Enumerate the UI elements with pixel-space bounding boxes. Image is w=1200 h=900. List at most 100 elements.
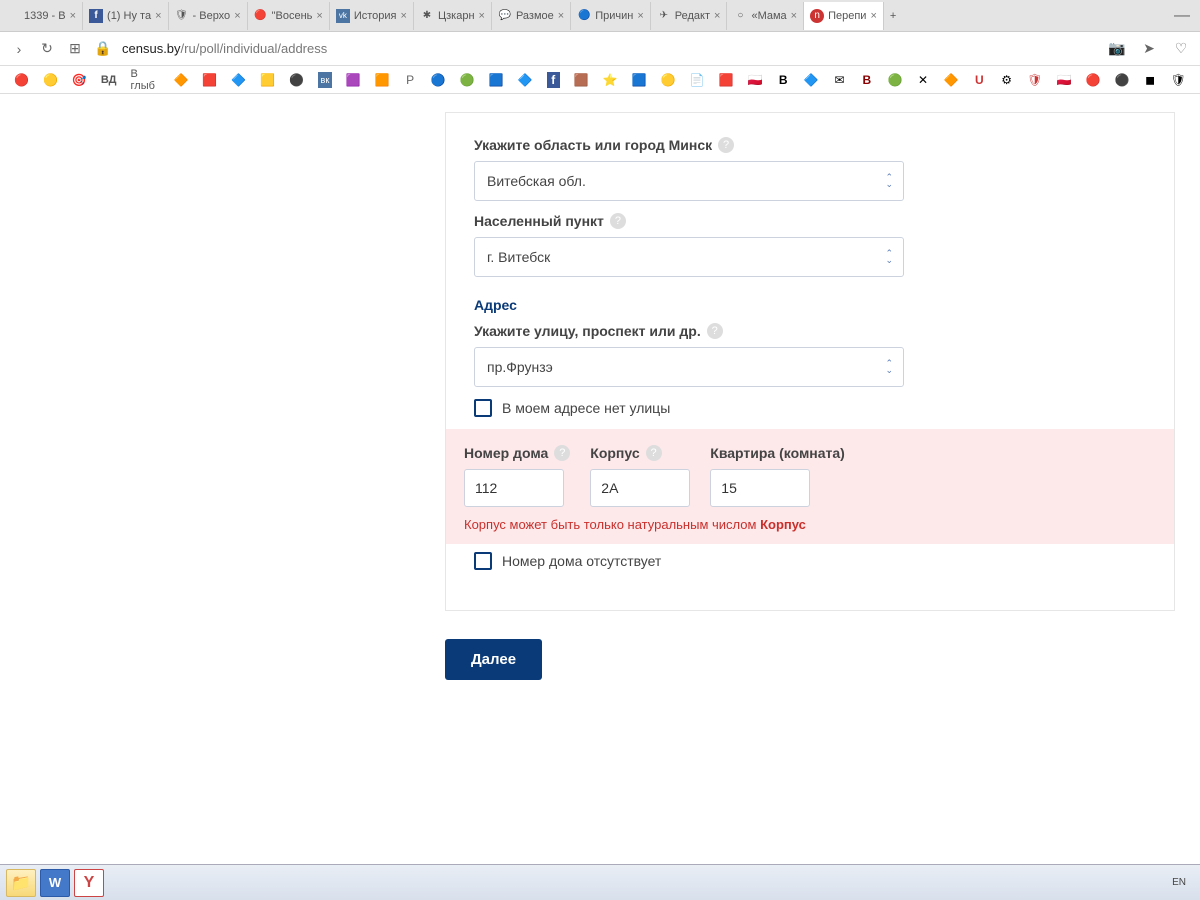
bookmark-icon[interactable]: 🇵🇱 xyxy=(1057,72,1072,88)
stepper-icon[interactable]: ⌃⌄ xyxy=(885,250,893,264)
region-select[interactable]: Витебская обл. ⌃⌄ xyxy=(474,161,904,201)
bookmark-icon[interactable]: 🟥 xyxy=(719,72,734,88)
close-icon[interactable]: × xyxy=(401,10,407,22)
browser-tab[interactable]: 🔵Причин× xyxy=(571,2,651,30)
favorite-icon[interactable]: ♡ xyxy=(1172,40,1190,58)
help-icon[interactable]: ? xyxy=(610,213,626,229)
browser-tab[interactable]: ○«Мама× xyxy=(727,2,804,30)
language-indicator[interactable]: EN xyxy=(1172,877,1194,888)
bookmark-icon[interactable]: 📄 xyxy=(690,72,705,88)
bookmark-icon[interactable]: ◼ xyxy=(1143,72,1156,88)
browser-tab[interactable]: ✱Цзкарн× xyxy=(414,2,492,30)
forward-icon[interactable]: › xyxy=(10,40,28,58)
close-icon[interactable]: × xyxy=(70,10,76,22)
help-icon[interactable]: ? xyxy=(707,323,723,339)
street-select[interactable]: пр.Фрунзэ ⌃⌄ xyxy=(474,347,904,387)
browser-tab[interactable]: vkИстория× xyxy=(330,2,414,30)
close-icon[interactable]: × xyxy=(155,10,161,22)
bookmark-icon[interactable]: P xyxy=(403,72,416,88)
close-icon[interactable]: × xyxy=(558,10,564,22)
help-icon[interactable]: ? xyxy=(646,445,662,461)
browser-tab-active[interactable]: nПерепи× xyxy=(804,2,884,30)
bookmark-icon[interactable]: f xyxy=(547,72,560,88)
bookmark-icon[interactable]: 🔴 xyxy=(1085,72,1100,88)
bookmark-icon[interactable]: 🟨 xyxy=(260,72,275,88)
bookmark-icon[interactable]: 🟪 xyxy=(346,72,361,88)
bookmark-icon[interactable]: 🟫 xyxy=(574,72,589,88)
bookmark-icon[interactable]: 🟢 xyxy=(460,72,475,88)
address-form: Укажите область или город Минск ? Витебс… xyxy=(445,112,1175,611)
yandex-icon[interactable]: Y xyxy=(74,869,104,897)
bookmark-icon[interactable]: 🎯 xyxy=(72,72,87,88)
close-icon[interactable]: × xyxy=(637,10,643,22)
close-icon[interactable]: × xyxy=(791,10,797,22)
no-house-checkbox[interactable] xyxy=(474,552,492,570)
url-display[interactable]: census.by/ru/poll/individual/address xyxy=(122,41,327,56)
minimize-icon[interactable]: — xyxy=(1174,7,1190,25)
bookmark-icon[interactable]: B xyxy=(777,72,790,88)
lock-icon: 🔒 xyxy=(94,40,112,58)
close-icon[interactable]: × xyxy=(234,10,240,22)
help-icon[interactable]: ? xyxy=(554,445,570,461)
bookmark-icon[interactable]: 🟧 xyxy=(375,72,390,88)
bookmark-icon[interactable]: ⚫ xyxy=(1114,72,1129,88)
bookmark-icon[interactable]: ⚙ xyxy=(1000,72,1013,88)
bookmark-icon[interactable]: 🔵 xyxy=(431,72,446,88)
bookmark-icon[interactable]: ⭐ xyxy=(603,72,618,88)
bookmark-icon[interactable]: 🔷 xyxy=(518,72,533,88)
bookmark-icon[interactable]: 🛡 xyxy=(1171,72,1186,88)
stepper-icon[interactable]: ⌃⌄ xyxy=(885,174,893,188)
close-icon[interactable]: × xyxy=(316,10,322,22)
send-icon[interactable]: ➤ xyxy=(1140,40,1158,58)
bookmark-icon[interactable]: 🟢 xyxy=(887,72,902,88)
browser-tab[interactable]: 💬Размое× xyxy=(492,2,571,30)
red-icon: 🔴 xyxy=(254,9,268,23)
bookmark-icon[interactable]: 🟡 xyxy=(661,72,676,88)
bookmark-icon[interactable]: 🟦 xyxy=(632,72,647,88)
tab-title: (1) Ну та xyxy=(107,10,151,22)
close-icon[interactable]: × xyxy=(714,10,720,22)
tab-title: История xyxy=(354,10,397,22)
stepper-icon[interactable]: ⌃⌄ xyxy=(885,360,893,374)
close-icon[interactable]: × xyxy=(870,10,876,22)
word-icon[interactable]: W xyxy=(40,869,70,897)
bookmark-icon[interactable]: ✉ xyxy=(833,72,846,88)
reload-icon[interactable]: ↻ xyxy=(38,40,56,58)
bookmark-icon[interactable]: 🔷 xyxy=(804,72,819,88)
help-icon[interactable]: ? xyxy=(718,137,734,153)
bookmark-icon[interactable]: 🔶 xyxy=(173,72,188,88)
new-tab-button[interactable]: + xyxy=(884,2,902,30)
browser-tab[interactable]: f(1) Ну та× xyxy=(83,2,168,30)
extensions-grid-icon[interactable]: ⊞ xyxy=(66,40,84,58)
bookmark-icon[interactable]: B xyxy=(860,72,873,88)
bookmark-icon[interactable]: 🟦 xyxy=(489,72,504,88)
camera-icon[interactable]: 📷 xyxy=(1108,40,1126,58)
bookmark-icon[interactable]: 🔶 xyxy=(944,72,959,88)
bookmark-icon[interactable]: 🔷 xyxy=(231,72,246,88)
bookmark-text[interactable]: В глыб xyxy=(131,68,160,92)
bookmark-icon[interactable]: 🟡 xyxy=(43,72,58,88)
next-button[interactable]: Далее xyxy=(445,639,542,680)
bookmark-icon[interactable]: 🔴 xyxy=(14,72,29,88)
no-street-checkbox[interactable] xyxy=(474,399,492,417)
browser-tab[interactable]: 🔴"Восень× xyxy=(248,2,330,30)
explorer-icon[interactable]: 📁 xyxy=(6,869,36,897)
bookmark-icon[interactable]: 🛡 xyxy=(1027,72,1042,88)
browser-tab[interactable]: 🛡- Верхо× xyxy=(169,2,248,30)
bookmark-icon[interactable]: ВД xyxy=(101,72,117,88)
tab-title: «Мама xyxy=(751,10,786,22)
bookmark-icon[interactable]: U xyxy=(973,72,986,88)
bookmark-icon[interactable]: 🇵🇱 xyxy=(748,72,763,88)
bookmark-icon[interactable]: ⚫ xyxy=(289,72,304,88)
browser-tab[interactable]: ✈Редакт× xyxy=(651,2,728,30)
bookmark-icon[interactable]: ✕ xyxy=(916,72,929,88)
plane-icon: ✈ xyxy=(657,9,671,23)
city-select[interactable]: г. Витебск ⌃⌄ xyxy=(474,237,904,277)
browser-tab[interactable]: 1339 - B× xyxy=(0,2,83,30)
bookmark-icon[interactable]: вк xyxy=(318,72,331,88)
bookmark-icon[interactable]: 🟥 xyxy=(202,72,217,88)
house-input[interactable] xyxy=(464,469,564,507)
apartment-input[interactable] xyxy=(710,469,810,507)
korpus-input[interactable] xyxy=(590,469,690,507)
close-icon[interactable]: × xyxy=(479,10,485,22)
